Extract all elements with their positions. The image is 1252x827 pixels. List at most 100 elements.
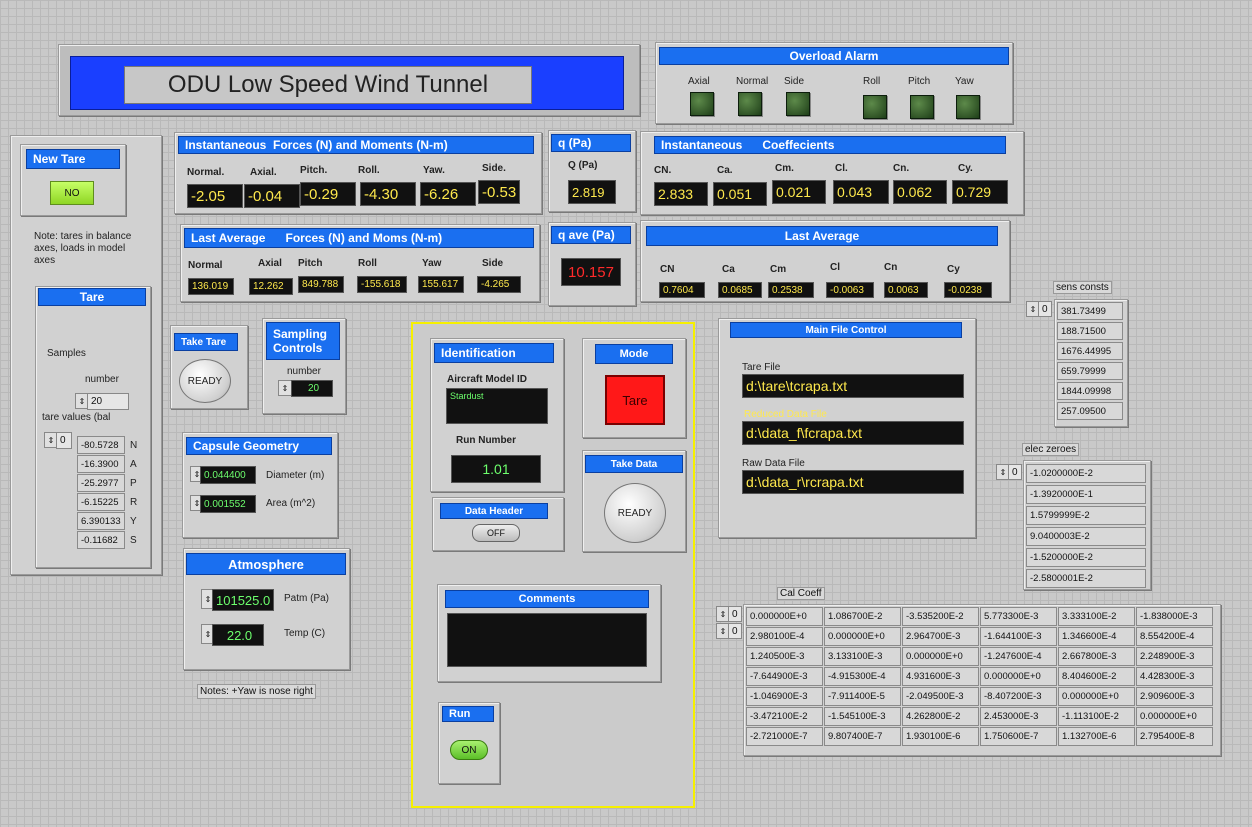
sampling-number-input[interactable]: 20 <box>291 380 333 397</box>
diameter-label: Diameter (m) <box>266 470 325 481</box>
tare-value-s: -0.11682 <box>77 531 125 549</box>
sens-const-5: 257.09500 <box>1057 402 1123 420</box>
cal-coeff-cell: 1.930100E-6 <box>902 727 979 746</box>
elec-zero-3: 9.0400003E-2 <box>1026 527 1146 546</box>
alarm-label-yaw: Yaw <box>955 76 974 87</box>
sens-const-4: 1844.09998 <box>1057 382 1123 400</box>
comments-header: Comments <box>445 590 649 608</box>
elec-zero-0: -1.0200000E-2 <box>1026 464 1146 483</box>
avg-force-value-pitch: 849.788 <box>298 276 344 293</box>
q-ave-header: q ave (Pa) <box>551 226 631 244</box>
cal-coeff-cell: -1.545100E-3 <box>824 707 901 726</box>
pitch-alarm-led <box>910 95 934 119</box>
cal-coeff-cell: 2.795400E-8 <box>1136 727 1213 746</box>
avg-coeff-value-cm: 0.2538 <box>768 282 814 298</box>
force-label-roll: Roll. <box>358 165 380 176</box>
force-value-pitch: -0.29 <box>300 182 356 206</box>
cal-coeff-cell: 0.000000E+0 <box>1136 707 1213 726</box>
cal-coeff-cell: 1.346600E-4 <box>1058 627 1135 646</box>
tare-index-input[interactable]: 0 <box>56 432 72 449</box>
side-alarm-led <box>786 92 810 116</box>
axis-s: S <box>130 535 137 546</box>
cal-coeff-cell: 0.000000E+0 <box>980 667 1057 686</box>
cal-coeff-cell: 0.000000E+0 <box>902 647 979 666</box>
cal-coeff-cell: 8.554200E-4 <box>1136 627 1213 646</box>
avg-force-label-normal: Normal <box>188 260 223 271</box>
sens-const-1: 188.71500 <box>1057 322 1123 340</box>
run-toggle[interactable]: ON <box>450 740 488 760</box>
tare-note: Note: tares in balance axes, loads in mo… <box>34 231 132 266</box>
patm-input[interactable]: 101525.0 <box>212 589 274 611</box>
avg-coeff-label-ca: Ca <box>722 264 735 275</box>
cal-coeff-cell: 0.000000E+0 <box>746 607 823 626</box>
cal-coeff-row-index[interactable]: 0 <box>728 606 742 622</box>
force-value-yaw: -6.26 <box>420 182 476 206</box>
new-tare-button[interactable]: NO <box>50 181 94 205</box>
diameter-input[interactable]: 0.044400 <box>200 466 256 484</box>
tare-value-p: -25.2977 <box>77 474 125 492</box>
avg-force-value-normal: 136.019 <box>188 278 234 295</box>
cal-coeff-cell: -3.535200E-2 <box>902 607 979 626</box>
cal-coeff-cell: -2.721000E-7 <box>746 727 823 746</box>
axis-p: P <box>130 478 137 489</box>
q-header: q (Pa) <box>551 134 631 152</box>
reduced-file-path[interactable]: d:\data_f\fcrapa.txt <box>742 421 964 445</box>
alarm-label-axial: Axial <box>688 76 710 87</box>
sampling-spinner[interactable]: ⇕ <box>278 380 292 396</box>
cal-coeff-cell: -8.407200E-3 <box>980 687 1057 706</box>
tare-number-input[interactable]: 20 <box>87 393 129 410</box>
mode-indicator: Tare <box>605 375 665 425</box>
identification-header: Identification <box>434 343 554 363</box>
raw-file-path[interactable]: d:\data_r\rcrapa.txt <box>742 470 964 494</box>
elec-zero-2: 1.5799999E-2 <box>1026 506 1146 525</box>
run-header: Run <box>442 706 494 722</box>
avg-force-label-pitch: Pitch <box>298 258 323 269</box>
area-input[interactable]: 0.001552 <box>200 495 256 513</box>
force-label-axial: Axial. <box>250 167 277 178</box>
cal-coeff-cell: 3.333100E-2 <box>1058 607 1135 626</box>
tare-value-y: 6.390133 <box>77 512 125 530</box>
elec-zero-5: -2.5800001E-2 <box>1026 569 1146 588</box>
cal-coeff-cell: 0.000000E+0 <box>1058 687 1135 706</box>
cal-coeff-cell: -3.472100E-2 <box>746 707 823 726</box>
comments-input[interactable] <box>447 613 647 667</box>
avg-coeff-value-cn2: 0.0063 <box>884 282 928 298</box>
cal-coeff-cell: 2.909600E-3 <box>1136 687 1213 706</box>
cal-coeff-col-index[interactable]: 0 <box>728 623 742 639</box>
elec-zeroes-label: elec zeroes <box>1022 443 1080 456</box>
tare-file-path[interactable]: d:\tare\tcrapa.txt <box>742 374 964 398</box>
cal-coeff-cell: 3.133100E-3 <box>824 647 901 666</box>
alarm-label-normal: Normal <box>736 76 769 87</box>
coeff-value-cl: 0.043 <box>833 180 889 204</box>
avg-coeff-value-cn: 0.7604 <box>659 282 705 298</box>
coeff-value-cn2: 0.062 <box>893 180 947 204</box>
sens-const-3: 659.79999 <box>1057 362 1123 380</box>
last-avg-forces-header: Last Average Forces (N) and Moms (N-m) <box>184 228 534 248</box>
take-data-button[interactable]: READY <box>604 483 666 543</box>
sens-consts-index[interactable]: 0 <box>1038 301 1052 317</box>
axis-y: Y <box>130 516 137 527</box>
sampling-number-label: number <box>287 366 321 377</box>
sens-consts-label: sens consts <box>1053 281 1112 294</box>
aircraft-model-input[interactable]: Stardust <box>446 388 548 424</box>
elec-zeroes-index[interactable]: 0 <box>1008 464 1022 480</box>
take-data-header: Take Data <box>585 455 683 473</box>
coeff-label-cl: Cl. <box>835 163 848 174</box>
take-tare-button[interactable]: READY <box>179 359 231 403</box>
avg-force-label-axial: Axial <box>258 258 282 269</box>
temp-input[interactable]: 22.0 <box>212 624 264 646</box>
coeff-value-cy: 0.729 <box>952 180 1008 204</box>
elec-zero-4: -1.5200000E-2 <box>1026 548 1146 567</box>
q-ave-value: 10.157 <box>561 258 621 286</box>
run-number-label: Run Number <box>456 435 516 446</box>
cal-coeff-cell: 1.750600E-7 <box>980 727 1057 746</box>
cal-coeff-cell: 9.807400E-7 <box>824 727 901 746</box>
cal-coeff-cell: 8.404600E-2 <box>1058 667 1135 686</box>
force-label-side: Side. <box>482 163 506 174</box>
coeff-label-cn: CN. <box>654 165 672 176</box>
avg-force-value-roll: -155.618 <box>357 276 407 293</box>
overload-alarm-header: Overload Alarm <box>659 47 1009 65</box>
force-value-side: -0.53 <box>478 180 520 204</box>
tare-values-label: tare values (bal <box>42 412 111 423</box>
data-header-toggle[interactable]: OFF <box>472 524 520 542</box>
